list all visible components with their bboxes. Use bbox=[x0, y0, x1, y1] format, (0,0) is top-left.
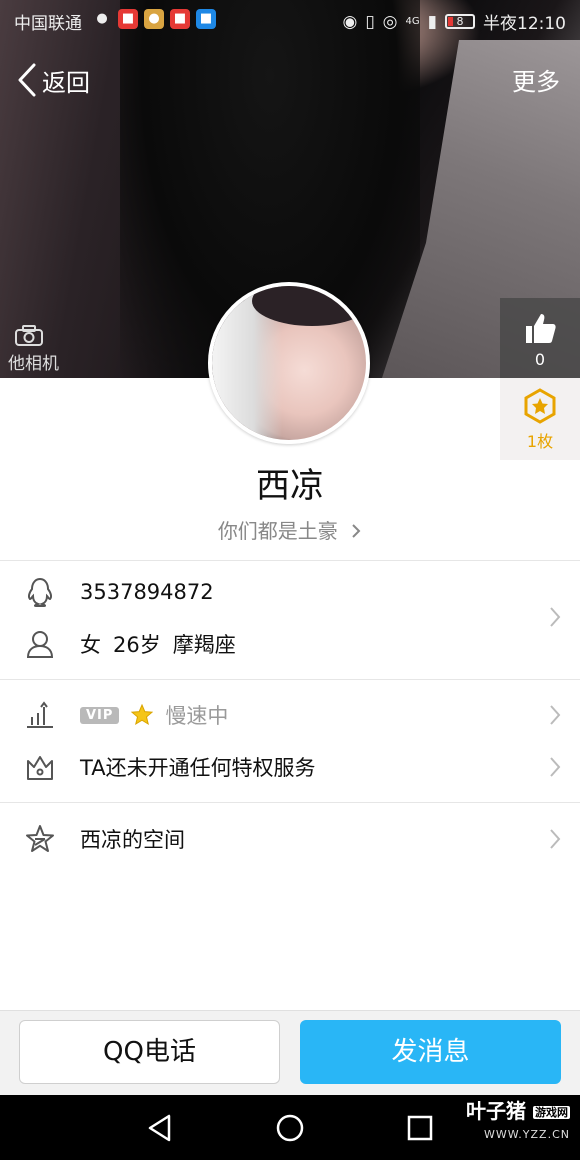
qq-number-row[interactable]: 3537894872 bbox=[0, 566, 580, 618]
battery-level: 8 bbox=[456, 15, 464, 28]
crown-icon bbox=[24, 751, 56, 783]
divider bbox=[0, 679, 580, 680]
app-icon: ● bbox=[144, 9, 164, 29]
like-button[interactable]: 0 bbox=[500, 298, 580, 378]
battery-icon: 8 bbox=[445, 14, 475, 29]
medal-icon bbox=[524, 388, 556, 424]
app-icon: ■ bbox=[118, 9, 138, 29]
divider bbox=[0, 560, 580, 561]
space-row[interactable]: 西凉的空间 bbox=[0, 813, 580, 865]
watermark-tag: 游戏网 bbox=[533, 1105, 570, 1119]
chevron-left-icon bbox=[18, 63, 36, 97]
hotspot-icon: ◉ bbox=[342, 11, 358, 32]
app-icon: ■ bbox=[170, 9, 190, 29]
chevron-right-icon bbox=[550, 829, 561, 849]
vip-row[interactable]: VIP 慢速中 bbox=[0, 689, 580, 741]
status-right: ◉ ▯ ◎ 4G ▮ 8 半夜12:10 bbox=[342, 9, 566, 35]
like-count: 0 bbox=[534, 350, 546, 369]
level-chart-icon bbox=[24, 699, 56, 731]
back-button[interactable]: 返回 bbox=[16, 60, 90, 100]
medal-count: 1枚 bbox=[526, 432, 554, 451]
home-circle-icon[interactable] bbox=[275, 1113, 305, 1143]
chevron-right-icon bbox=[550, 705, 561, 725]
star-icon bbox=[131, 704, 154, 726]
clock: 半夜12:10 bbox=[483, 14, 566, 34]
carrier-label: 中国联通 bbox=[14, 14, 82, 34]
privilege-text: TA还未开通任何特权服务 bbox=[80, 756, 316, 780]
basic-info-row[interactable]: 女 26岁 摩羯座 bbox=[0, 618, 580, 670]
vip-badge: VIP bbox=[80, 706, 120, 724]
penguin-icon bbox=[24, 576, 56, 608]
send-message-button[interactable]: 发消息 bbox=[300, 1020, 561, 1084]
recents-square-icon[interactable] bbox=[405, 1113, 435, 1143]
space-label: 西凉的空间 bbox=[80, 828, 185, 852]
gender: 女 bbox=[80, 633, 101, 657]
age: 26岁 bbox=[113, 633, 161, 657]
relation-label: 你们都是土豪 bbox=[217, 519, 338, 543]
app-icon: ■ bbox=[196, 9, 216, 29]
cover-camera-button[interactable]: 他相机 bbox=[8, 325, 59, 374]
qq-number: 3537894872 bbox=[80, 580, 214, 604]
qq-call-button[interactable]: QQ电话 bbox=[19, 1020, 280, 1084]
watermark-url: WWW.YZZ.CN bbox=[483, 1127, 570, 1141]
profile-name: 西凉 bbox=[256, 466, 324, 506]
relation-link[interactable]: 你们都是土豪 bbox=[0, 515, 580, 544]
status-bar: 中国联通 ● ■ ● ■ ■ ◉ ▯ ◎ 4G ▮ 8 半夜12:10 bbox=[0, 0, 580, 40]
more-button[interactable]: 更多 bbox=[512, 62, 560, 97]
network-label: 4G bbox=[405, 16, 420, 27]
eye-icon: ◎ bbox=[382, 11, 398, 32]
user-icon bbox=[24, 628, 56, 660]
chevron-right-icon bbox=[550, 757, 561, 777]
medal-button[interactable]: 1枚 bbox=[500, 378, 580, 460]
back-label: 返回 bbox=[42, 68, 90, 97]
chevron-right-icon[interactable] bbox=[548, 606, 562, 628]
wechat-icon: ● bbox=[96, 11, 108, 26]
watermark-title: 叶子猪 bbox=[466, 1099, 527, 1123]
camera-icon bbox=[15, 325, 43, 346]
thumbs-up-icon bbox=[526, 314, 556, 343]
avatar[interactable] bbox=[208, 282, 370, 444]
watermark: 叶子猪 游戏网 WWW.YZZ.CN bbox=[466, 1100, 570, 1146]
camera-label: 他相机 bbox=[8, 354, 59, 374]
divider bbox=[0, 802, 580, 803]
back-triangle-icon[interactable] bbox=[145, 1113, 175, 1143]
vip-status: 慢速中 bbox=[165, 704, 229, 728]
chevron-right-icon bbox=[352, 524, 361, 538]
signal-icon: ▮ bbox=[427, 11, 437, 32]
zodiac: 摩羯座 bbox=[172, 633, 236, 657]
space-star-icon bbox=[24, 823, 56, 855]
vibrate-icon: ▯ bbox=[365, 11, 375, 32]
privilege-row[interactable]: TA还未开通任何特权服务 bbox=[0, 741, 580, 793]
notification-icons: ● ■ ● ■ ■ bbox=[92, 9, 216, 29]
